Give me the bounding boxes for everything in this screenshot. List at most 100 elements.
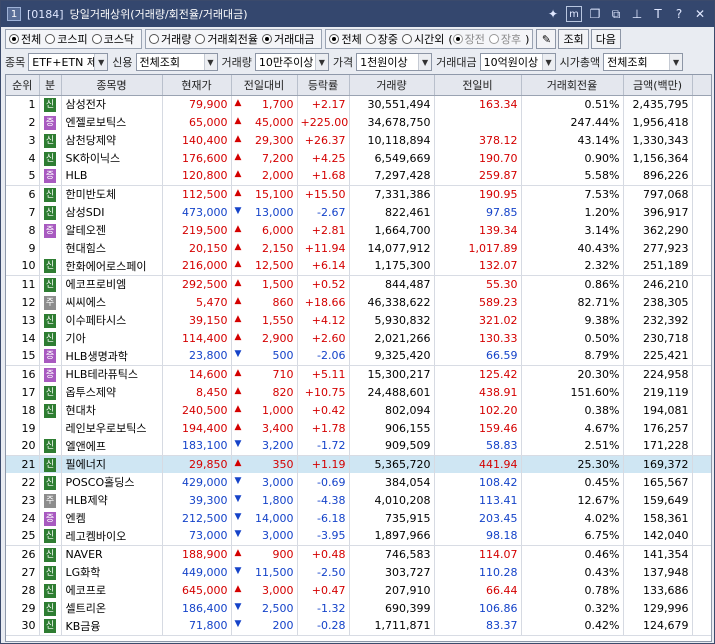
turnover-cell: 7.53% [521, 185, 624, 203]
table-row[interactable]: 7 신 삼성SDI 473,000 ▼ 13,000 -2.67 822,461 97.85 1.… [6, 203, 711, 221]
settings-button[interactable]: ✎ [536, 29, 557, 49]
table-row[interactable]: 20 신 엘앤에프 183,100 ▼ 3,200 -1.72 909,509 58.83 2.5… [6, 437, 711, 456]
change-value: 3,000 [262, 475, 294, 489]
copy-window-icon[interactable]: ❐ [587, 6, 603, 22]
header-turnover[interactable]: 거래회전율 [521, 75, 624, 96]
after-radio-post[interactable]: 장후 [488, 31, 521, 47]
table-row[interactable]: 25 신 레고켐바이오 73,000 ▼ 3,000 -3.95 1,897,966 98.18… [6, 527, 711, 546]
table-row[interactable]: 26 신 NAVER 188,900 ▲ 900 +0.48 746,583 114.07 0.4… [6, 545, 711, 563]
up-triangle-icon: ▲ [234, 583, 242, 594]
table-row[interactable]: 18 신 현대차 240,500 ▲ 1,000 +0.42 802,094 102.20 0.3… [6, 401, 711, 419]
table-row[interactable]: 21 신 필에너지 29,850 ▲ 350 +1.19 5,365,720 441.94 25.… [6, 455, 711, 473]
header-prev[interactable]: 전일비 [434, 75, 522, 96]
session-radio-market[interactable]: 장중 [365, 31, 398, 47]
sort-radio-amount[interactable]: 거래대금 [261, 31, 314, 47]
amount-select[interactable]: 10억원이상 ▼ [479, 53, 556, 71]
help-icon[interactable]: ? [671, 6, 687, 22]
table-row[interactable]: 29 신 셀트리온 186,400 ▼ 2,500 -1.32 690,399 106.86 0.… [6, 599, 711, 617]
pin-icon[interactable]: ✦ [545, 6, 561, 22]
table-row[interactable]: 19 레인보우로보틱스 194,400 ▲ 3,400 +1.78 906,155 159.4… [6, 419, 711, 437]
scroll-spacer-cell [692, 221, 711, 239]
header-name[interactable]: 종목명 [61, 75, 163, 96]
window-number-badge[interactable]: 1 [7, 7, 21, 21]
type-cell: 신 [39, 131, 62, 149]
table-row[interactable]: 5 증 HLB 120,800 ▲ 2,000 +1.68 7,297,428 259.87 5.… [6, 167, 711, 186]
table-row[interactable]: 22 신 POSCO홀딩스 429,000 ▼ 3,000 -0.69 384,054 108.… [6, 473, 711, 491]
price-cell: 39,150 [162, 311, 232, 329]
table-row[interactable]: 15 증 HLB생명과학 23,800 ▼ 500 -2.06 9,325,420 66.59 8… [6, 347, 711, 366]
change-value: 900 [272, 547, 294, 561]
header-rate[interactable]: 등락률 [297, 75, 350, 96]
up-triangle-icon: ▲ [234, 547, 242, 558]
link-icon[interactable]: ⧉ [608, 6, 624, 22]
rate-cell: +2.17 [297, 95, 350, 113]
prev-ratio-cell: 589.23 [434, 293, 522, 311]
market-radio-kosdaq[interactable]: 코스닥 [91, 31, 134, 47]
header-price[interactable]: 현재가 [162, 75, 232, 96]
change-cell: ▲ 6,000 [231, 221, 298, 239]
table-row[interactable]: 10 신 한화에어로스페이 216,000 ▲ 12,500 +6.14 1,175,300 1… [6, 257, 711, 276]
price-cell: 23,800 [162, 347, 232, 366]
cap-select[interactable]: 전체조회 ▼ [603, 53, 684, 71]
table-row[interactable]: 11 신 에코프로비엠 292,500 ▲ 1,500 +0.52 844,487 55.30 0… [6, 275, 711, 293]
type-cell: 신 [39, 383, 62, 401]
after-radio-pre[interactable]: 장전 [452, 31, 485, 47]
header-volume[interactable]: 거래량 [349, 75, 435, 96]
item-select[interactable]: ETF+ETN 제 ▼ [28, 53, 109, 71]
session-radio-afterhours[interactable]: 시간외 [401, 31, 444, 47]
turnover-cell: 0.42% [521, 617, 624, 636]
session-radio-all[interactable]: 전체 [329, 31, 362, 47]
table-row[interactable]: 6 신 한미반도체 112,500 ▲ 15,100 +15.50 7,331,386 190.… [6, 185, 711, 203]
up-triangle-icon: ▲ [234, 115, 242, 126]
table-row[interactable]: 13 신 이수페타시스 39,150 ▲ 1,550 +4.12 5,930,832 321.0… [6, 311, 711, 329]
table-row[interactable]: 16 증 HLB테라퓨틱스 14,600 ▲ 710 +5.11 15,300,217 125.… [6, 365, 711, 383]
table-row[interactable]: 1 신 삼성전자 79,900 ▲ 1,700 +2.17 30,551,494 163.34 0… [6, 95, 711, 113]
market-radio-kospi[interactable]: 코스피 [45, 31, 88, 47]
table-row[interactable]: 3 신 삼천당제약 140,400 ▲ 29,300 +26.37 10,118,894 378… [6, 131, 711, 149]
query-button[interactable]: 조회 [558, 29, 589, 49]
table-row[interactable]: 2 증 엔젤로보틱스 65,000 ▲ 45,000 +225.00 34,678,750 24… [6, 113, 711, 131]
header-change[interactable]: 전일대비 [231, 75, 298, 96]
volume-cell: 7,297,428 [349, 167, 435, 186]
table-row[interactable]: 17 신 옵투스제약 8,450 ▲ 820 +10.75 24,488,601 438.91 1… [6, 383, 711, 401]
table-row[interactable]: 9 현대힘스 20,150 ▲ 2,150 +11.94 14,077,912 1,017.8… [6, 239, 711, 257]
volume-cell: 822,461 [349, 203, 435, 221]
rate-cell: +2.60 [297, 329, 350, 347]
header-type[interactable]: 분 [39, 75, 62, 96]
table-row[interactable]: 28 신 에코프로 645,000 ▲ 3,000 +0.47 207,910 66.44 0.7… [6, 581, 711, 599]
amount-cell: 133,686 [623, 581, 693, 599]
table-row[interactable]: 24 증 엔켐 212,500 ▼ 14,000 -6.18 735,915 203.45 4.0… [6, 509, 711, 527]
header-amount[interactable]: 금액(백만) [623, 75, 693, 96]
turnover-cell: 5.58% [521, 167, 624, 186]
next-button[interactable]: 다음 [590, 29, 621, 49]
up-triangle-icon: ▲ [234, 313, 242, 324]
price-select[interactable]: 1천원이상 ▼ [356, 53, 433, 71]
turnover-cell: 43.14% [521, 131, 624, 149]
pin2-icon[interactable]: ⊥ [629, 6, 645, 22]
table-row[interactable]: 8 증 알테오젠 219,500 ▲ 6,000 +2.81 1,664,700 139.34 3… [6, 221, 711, 239]
table-row[interactable]: 23 주 HLB제약 39,300 ▼ 1,800 -4.38 4,010,208 113.41… [6, 491, 711, 509]
table-row[interactable]: 4 신 SK하이닉스 176,600 ▲ 7,200 +4.25 6,549,669 190.7… [6, 149, 711, 167]
volume-select[interactable]: 10만주이상 ▼ [254, 53, 329, 71]
market-radio-all[interactable]: 전체 [9, 31, 41, 47]
font-t-icon[interactable]: T [650, 6, 666, 22]
rank-cell: 15 [6, 347, 40, 366]
header-rank[interactable]: 순위 [6, 75, 40, 96]
close-icon[interactable]: ✕ [692, 6, 708, 22]
table-row[interactable]: 12 주 씨씨에스 5,470 ▲ 860 +18.66 46,338,622 589.23 82… [6, 293, 711, 311]
scroll-spacer-cell [692, 473, 711, 491]
credit-label: 신용 [112, 56, 133, 69]
table-row[interactable]: 14 신 기아 114,400 ▲ 2,900 +2.60 2,021,266 130.33 0.… [6, 329, 711, 347]
stock-name-cell: 기아 [61, 329, 163, 347]
table-row[interactable]: 27 신 LG화학 449,000 ▼ 11,500 -2.50 303,727 110.28 0… [6, 563, 711, 581]
stock-name-cell: 알테오젠 [61, 221, 163, 239]
sort-radio-turnover[interactable]: 거래회전율 [195, 31, 258, 47]
change-value: 1,700 [262, 97, 294, 111]
credit-select[interactable]: 전체조회 ▼ [135, 53, 218, 71]
menu-m-icon[interactable]: m [566, 6, 582, 22]
prev-ratio-cell: 321.02 [434, 311, 522, 329]
table-row[interactable]: 30 신 KB금융 71,800 ▼ 200 -0.28 1,711,871 83.37 0.42… [6, 617, 711, 636]
price-cell: 20,150 [162, 239, 232, 257]
market-badge: 신 [44, 277, 56, 292]
sort-radio-volume[interactable]: 거래량 [149, 31, 191, 47]
